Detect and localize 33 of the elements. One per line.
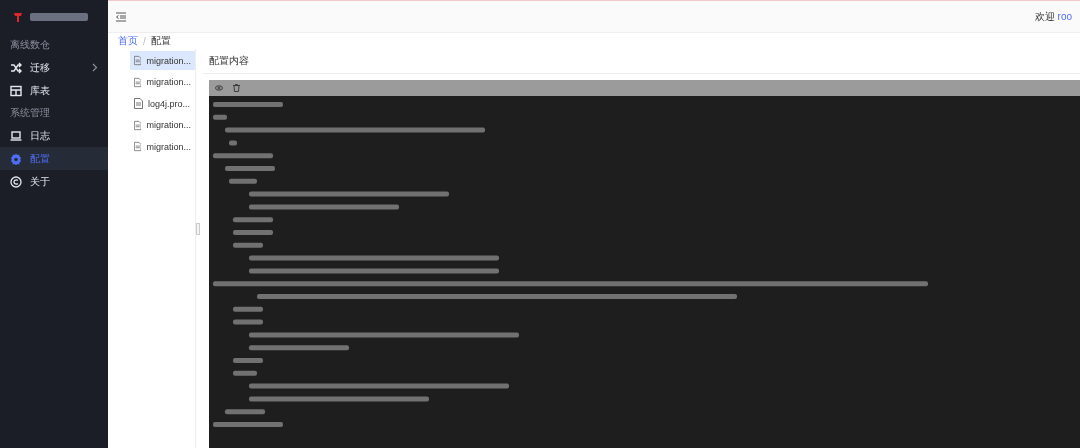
file-item[interactable]: migration... xyxy=(130,72,195,92)
table-icon xyxy=(10,84,22,97)
file-item[interactable]: migration... xyxy=(130,137,195,156)
laptop-icon xyxy=(10,129,22,142)
menu-item[interactable]: 迁移 xyxy=(0,56,108,79)
file-icon xyxy=(134,98,143,109)
menu-group-label: 系统管理 xyxy=(9,106,51,120)
logo-icon xyxy=(12,11,24,23)
shuffle-icon xyxy=(10,61,22,74)
breadcrumb-item: 配置 xyxy=(150,34,171,48)
resize-handle[interactable] xyxy=(196,222,200,235)
file-icon xyxy=(134,76,142,88)
panel-title: 配置内容 xyxy=(203,49,1080,74)
file-item[interactable]: migration... xyxy=(130,51,195,70)
breadcrumb-separator: / xyxy=(143,35,146,47)
menu-item[interactable]: 关于 xyxy=(0,170,108,193)
file-icon xyxy=(134,141,142,152)
menu-item[interactable]: 日志 xyxy=(0,124,108,147)
menu-fold-icon[interactable] xyxy=(116,11,126,22)
breadcrumb-item[interactable]: 首页 xyxy=(118,34,138,48)
file-icon xyxy=(134,119,142,131)
welcome-text: 欢迎 xyxy=(1034,9,1055,24)
trash-icon[interactable] xyxy=(233,84,240,92)
file-item[interactable]: migration... xyxy=(130,115,195,135)
file-item[interactable]: log4j.pro... xyxy=(130,94,195,113)
gear-icon xyxy=(10,152,22,165)
eye-icon[interactable] xyxy=(215,84,223,92)
file-icon xyxy=(134,55,142,66)
menu-item[interactable]: 库表 xyxy=(0,79,108,102)
copyright-icon xyxy=(10,175,22,188)
menu-group-label: 离线数仓 xyxy=(9,38,51,52)
blurred-title-drawing xyxy=(30,12,88,22)
user-link[interactable]: roo xyxy=(1057,11,1072,22)
